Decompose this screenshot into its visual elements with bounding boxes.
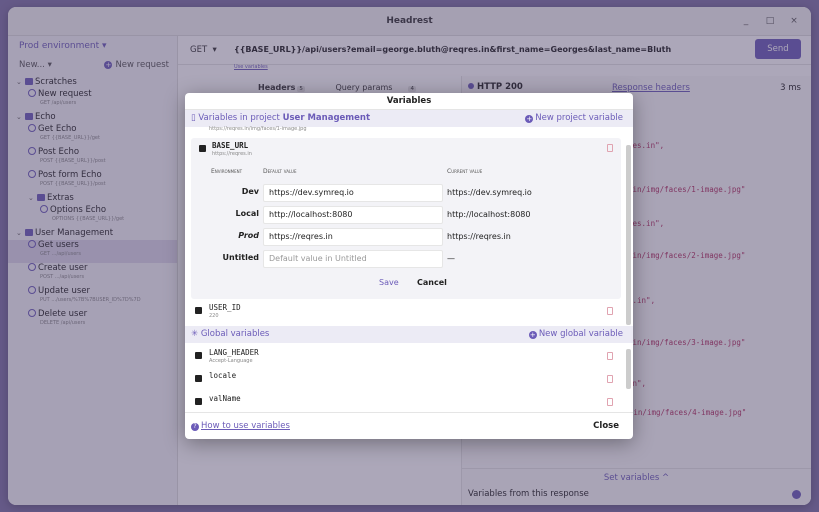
current-value: http://localhost:8080 [447, 210, 531, 219]
col-current-value: Current value [447, 168, 483, 175]
current-value: — [447, 254, 455, 263]
global-variables-header: ✳ Global variables + New global variable [185, 326, 633, 343]
current-value: https://reqres.in [447, 232, 511, 241]
trash-icon[interactable] [607, 352, 613, 360]
environment-label: Untitled [222, 253, 259, 262]
trash-icon[interactable] [607, 398, 613, 406]
default-value-input[interactable]: http://localhost:8080 [263, 206, 443, 224]
dialog-title: Variables [185, 93, 633, 110]
variable-name[interactable]: BASE_URL [212, 141, 248, 150]
trash-icon[interactable] [607, 375, 613, 383]
environment-label: Dev [241, 187, 259, 196]
previous-variable-value: https://reqres.in/img/faces/1-image.jpg [209, 126, 307, 132]
variable-icon [195, 352, 202, 359]
environment-label: Prod [238, 231, 259, 240]
global-variable-row[interactable]: LANG_HEADER Accept-Language [185, 345, 623, 369]
project-scrollbar[interactable] [626, 145, 631, 325]
close-button[interactable]: Close [593, 421, 619, 431]
trash-icon[interactable] [607, 144, 613, 152]
project-variables-header: ▯ Variables in project User Management +… [185, 110, 633, 127]
variable-value: https://reqres.in [212, 151, 252, 157]
expanded-variable-base-url: BASE_URL https://reqres.in Environment D… [191, 138, 621, 299]
variable-name: locale [209, 371, 237, 380]
trash-icon[interactable] [607, 307, 613, 315]
variable-name: LANG_HEADER [209, 348, 259, 357]
dialog-footer: ? How to use variables Close [185, 412, 633, 439]
default-value-input[interactable]: https://reqres.in [263, 228, 443, 246]
environment-label: Local [235, 209, 259, 218]
project-name: User Management [282, 113, 371, 123]
col-environment: Environment [211, 168, 243, 175]
variable-icon [195, 375, 202, 382]
global-variable-row[interactable]: locale [185, 368, 623, 392]
cancel-button[interactable]: Cancel [417, 278, 447, 287]
how-to-use-variables-link[interactable]: ? How to use variables [191, 421, 290, 431]
variable-value: Accept-Language [209, 358, 253, 364]
globe-icon: ✳ [191, 329, 199, 339]
new-project-variable-button[interactable]: + New project variable [525, 110, 623, 127]
default-value-input[interactable]: Default value in Untitled [263, 250, 443, 268]
variable-icon [195, 398, 202, 405]
help-icon: ? [191, 423, 199, 431]
variable-name: valName [209, 394, 241, 403]
global-scrollbar[interactable] [626, 349, 631, 389]
variables-dialog: Variables ▯ Variables in project User Ma… [185, 93, 633, 439]
variable-row-user-id[interactable]: USER_ID 220 [185, 300, 623, 324]
current-value: https://dev.symreq.io [447, 188, 532, 197]
save-button[interactable]: Save [379, 278, 399, 287]
variable-icon [199, 145, 206, 152]
default-value-input[interactable]: https://dev.symreq.io [263, 184, 443, 202]
new-global-variable-button[interactable]: + New global variable [528, 326, 623, 343]
variable-icon [195, 307, 202, 314]
project-icon: ▯ [191, 113, 196, 123]
col-default-value: Default value [263, 168, 297, 175]
